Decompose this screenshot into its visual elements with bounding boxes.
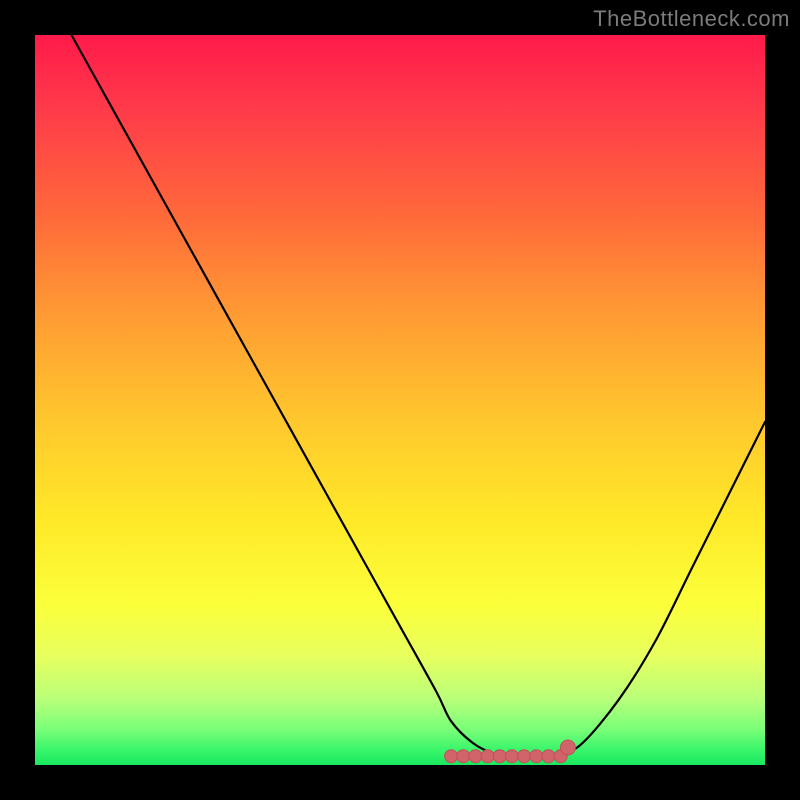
trough-marker <box>457 750 470 763</box>
bottleneck-curve-svg <box>35 35 765 765</box>
watermark-text: TheBottleneck.com <box>593 6 790 32</box>
trough-marker-group <box>445 740 576 763</box>
trough-marker <box>542 750 555 763</box>
bottleneck-curve-path <box>72 35 766 758</box>
trough-marker <box>530 750 543 763</box>
chart-frame: TheBottleneck.com <box>0 0 800 800</box>
trough-marker <box>505 750 518 763</box>
trough-marker <box>493 750 506 763</box>
trough-marker <box>518 750 531 763</box>
trough-marker <box>445 750 458 763</box>
trough-marker <box>481 750 494 763</box>
trough-marker <box>469 750 482 763</box>
trough-end-marker <box>560 740 575 755</box>
